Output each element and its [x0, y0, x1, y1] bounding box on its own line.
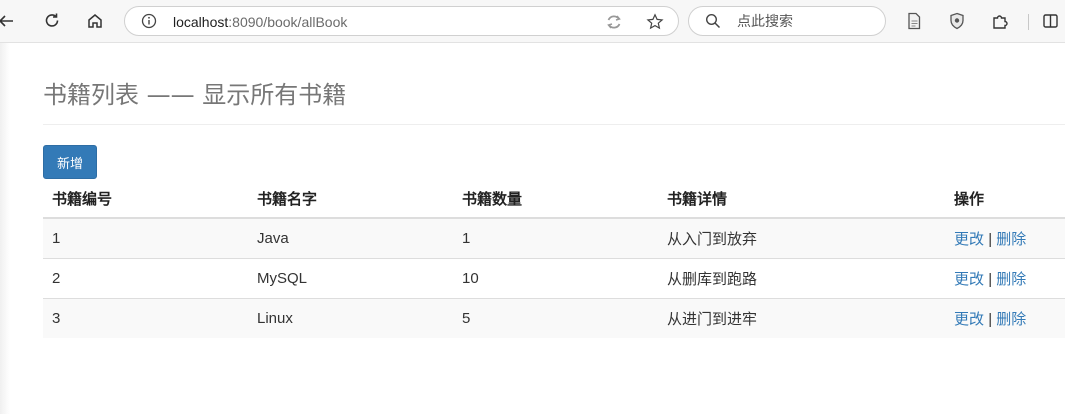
table-row: 3 Linux 5 从进门到进牢 更改 | 删除	[43, 297, 1065, 338]
url-host: localhost	[173, 14, 229, 30]
edit-link[interactable]: 更改	[954, 231, 984, 248]
toolbar-divider	[1028, 14, 1029, 30]
back-arrow-icon[interactable]	[0, 7, 20, 35]
site-info-icon[interactable]	[141, 13, 157, 29]
url-path: :8090/book/allBook	[228, 14, 348, 30]
title-divider	[43, 124, 1065, 125]
header-book-count: 书籍数量	[453, 179, 658, 219]
page-title: 书籍列表 —— 显示所有书籍	[43, 81, 347, 109]
action-separator: |	[988, 270, 993, 288]
url-text[interactable]: localhost:8090/book/allBook	[173, 13, 347, 31]
cell-book-count: 5	[453, 297, 658, 338]
cell-book-detail: 从入门到放弃	[658, 217, 945, 258]
add-book-button[interactable]: 新增	[43, 145, 97, 179]
reload-icon[interactable]	[38, 7, 66, 35]
translate-icon[interactable]	[605, 13, 623, 31]
address-bar[interactable]: localhost:8090/book/allBook	[124, 6, 679, 36]
cell-actions: 更改 | 删除	[945, 257, 1065, 298]
search-placeholder: 点此搜索	[737, 14, 793, 30]
page-edge-shadow	[0, 43, 10, 414]
cell-book-count: 10	[453, 257, 658, 298]
search-icon	[705, 13, 721, 29]
cell-book-count: 1	[453, 217, 658, 258]
shield-extension-icon[interactable]	[943, 7, 971, 35]
edit-link[interactable]: 更改	[954, 271, 984, 288]
cell-book-name: MySQL	[248, 257, 453, 298]
delete-link[interactable]: 删除	[996, 311, 1026, 328]
table-row: 2 MySQL 10 从删库到跑路 更改 | 删除	[43, 257, 1065, 298]
header-book-id: 书籍编号	[43, 179, 248, 219]
search-box[interactable]: 点此搜索	[688, 6, 886, 36]
delete-link[interactable]: 删除	[996, 231, 1026, 248]
delete-link[interactable]: 删除	[996, 271, 1026, 288]
home-icon[interactable]	[81, 7, 109, 35]
action-separator: |	[988, 230, 993, 248]
books-table: 书籍编号 书籍名字 书籍数量 书籍详情 操作 1 Java 1 从入门到放弃 更…	[43, 179, 1065, 338]
table-row: 1 Java 1 从入门到放弃 更改 | 删除	[43, 217, 1065, 258]
cell-book-name: Linux	[248, 297, 453, 338]
table-header-row: 书籍编号 书籍名字 书籍数量 书籍详情 操作	[43, 179, 1065, 219]
split-screen-icon[interactable]	[1036, 7, 1064, 35]
action-separator: |	[988, 310, 993, 328]
extensions-puzzle-icon[interactable]	[986, 7, 1014, 35]
reading-view-icon[interactable]	[900, 7, 928, 35]
cell-actions: 更改 | 删除	[945, 297, 1065, 338]
cell-book-detail: 从进门到进牢	[658, 297, 945, 338]
header-book-name: 书籍名字	[248, 179, 453, 219]
header-book-detail: 书籍详情	[658, 179, 945, 219]
cell-book-id: 1	[43, 217, 248, 258]
browser-toolbar: localhost:8090/book/allBook 点此搜索	[0, 0, 1065, 43]
cell-book-name: Java	[248, 217, 453, 258]
cell-actions: 更改 | 删除	[945, 217, 1065, 258]
favorite-star-icon[interactable]	[646, 13, 664, 31]
cell-book-detail: 从删库到跑路	[658, 257, 945, 298]
cell-book-id: 2	[43, 257, 248, 298]
header-actions: 操作	[945, 179, 1065, 219]
edit-link[interactable]: 更改	[954, 311, 984, 328]
cell-book-id: 3	[43, 297, 248, 338]
